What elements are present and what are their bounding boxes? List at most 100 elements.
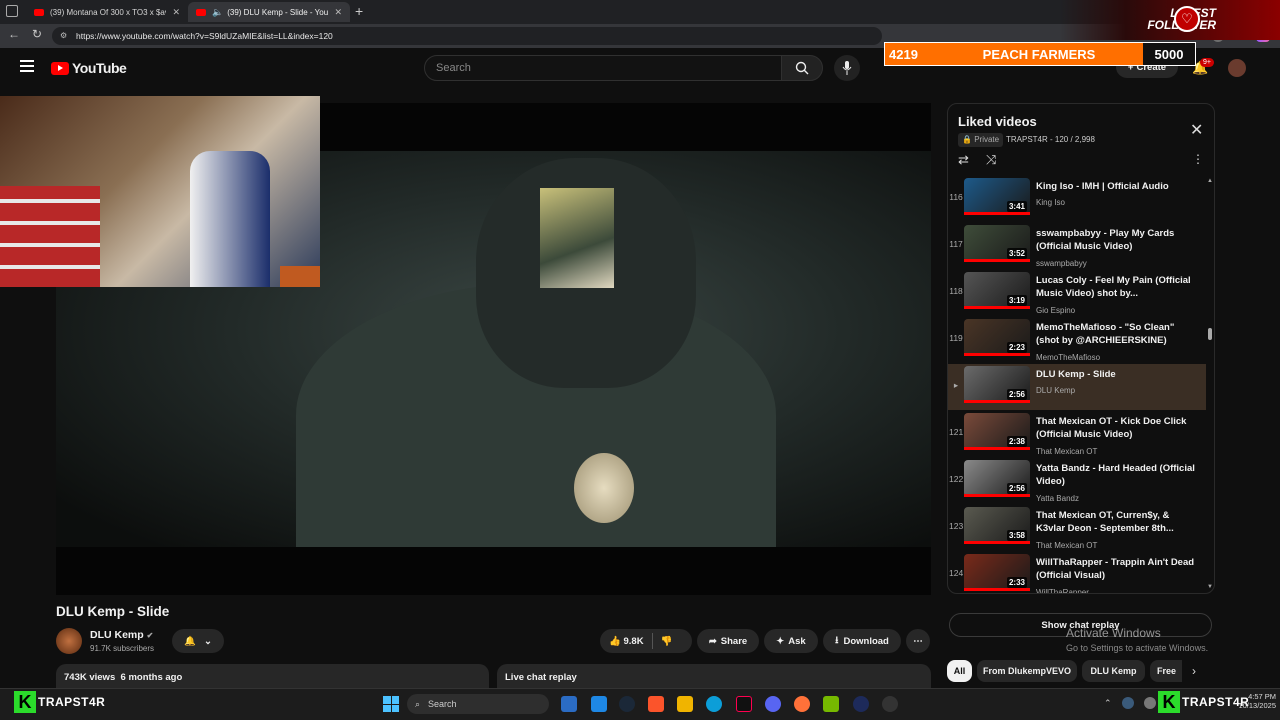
avatar[interactable] — [1228, 59, 1246, 77]
dislike-button[interactable]: 👎 — [661, 636, 673, 647]
tab-dlu-kemp[interactable]: 🔈 (39) DLU Kemp - Slide - YouT ✕ — [188, 2, 350, 22]
windows-start-icon[interactable] — [383, 696, 399, 712]
thumbs-up-icon: 👍 — [609, 635, 621, 647]
playlist-item-channel: King Iso — [1036, 198, 1065, 207]
playlist-item[interactable]: ▸ 2:56 DLU Kemp - Slide DLU Kemp — [948, 364, 1206, 410]
goal-name: PEACH FARMERS — [982, 46, 1096, 62]
nvidia-icon[interactable] — [823, 696, 839, 712]
playlist-item-index: 116 — [949, 192, 963, 202]
tray-steam-icon[interactable] — [1122, 697, 1134, 709]
app-icon[interactable] — [853, 696, 869, 712]
verified-icon: ✔ — [146, 631, 154, 640]
watched-progress — [964, 541, 1030, 544]
loop-icon[interactable]: ⇄ — [958, 152, 969, 168]
new-tab-icon[interactable]: + — [355, 3, 363, 19]
playlist-item-index: 118 — [949, 286, 963, 296]
close-tab-icon[interactable]: ✕ — [172, 7, 180, 18]
channel-avatar[interactable] — [56, 628, 82, 654]
description-box[interactable]: 743K views 6 months ago — [56, 664, 489, 690]
shuffle-icon[interactable]: ⤨ — [986, 152, 996, 168]
playlist-item[interactable]: 123 3:58 That Mexican OT, Curren$y, & K3vl… — [948, 505, 1206, 551]
playlist-item-thumbnail[interactable]: 3:19 — [964, 272, 1030, 309]
close-playlist-icon[interactable]: ✕ — [1190, 120, 1203, 140]
obs-icon[interactable] — [882, 696, 898, 712]
windows-taskbar — [0, 688, 1280, 720]
tray-chevron-up-icon[interactable]: ⌃ — [1104, 698, 1112, 709]
reload-icon[interactable]: ↻ — [32, 27, 42, 41]
playlist-item-index: 121 — [949, 427, 964, 437]
playlist-item[interactable]: 119 2:23 MemoTheMafioso - "So Clean" (shot… — [948, 317, 1206, 363]
playlist-items: 116 3:41 King Iso - IMH | Official Audio Ki… — [948, 176, 1214, 593]
playlist-item[interactable]: 117 3:52 sswampbabyy - Play My Cards (Offi… — [948, 223, 1206, 269]
file-explorer-icon[interactable] — [561, 696, 577, 712]
tab-montana[interactable]: (39) Montana Of 300 x TO3 x $av ✕ — [26, 2, 188, 22]
site-info-icon[interactable]: ⚙ — [60, 31, 67, 40]
back-arrow-icon[interactable]: ← — [8, 27, 20, 41]
playlist-item-thumbnail[interactable]: 2:56 — [964, 460, 1030, 497]
duration-badge: 3:58 — [1006, 530, 1027, 541]
share-button[interactable]: ➦ Share — [697, 629, 759, 653]
playlist-item-title: King Iso - IMH | Official Audio — [1036, 181, 1169, 192]
chip-dlu-kemp[interactable]: DLU Kemp — [1082, 660, 1145, 682]
playlist-scrollbar[interactable]: ▲ ▼ — [1207, 178, 1213, 593]
firefox-icon[interactable] — [794, 696, 810, 712]
youtube-favicon-icon — [34, 8, 44, 16]
gaming-chair — [190, 151, 270, 287]
playlist-item-title: Lucas Coly - Feel My Pain (Official Musi… — [1036, 275, 1191, 299]
youtube-logo[interactable]: YouTube — [51, 60, 127, 76]
playlist-item-thumbnail[interactable]: 3:58 — [964, 507, 1030, 544]
steam-icon[interactable] — [619, 696, 635, 712]
playlist-item-thumbnail[interactable]: 2:56 — [964, 366, 1030, 403]
playlist-item[interactable]: 116 3:41 King Iso - IMH | Official Audio Ki… — [948, 176, 1206, 222]
playlist-item-index: 117 — [949, 239, 963, 249]
playlist-item[interactable]: 121 2:38 That Mexican OT - Kick Doe Click … — [948, 411, 1206, 457]
chip-free[interactable]: Free — [1150, 660, 1182, 682]
playlist-item-channel: MemoTheMafioso — [1036, 353, 1101, 362]
download-button[interactable]: ⭳ Download — [823, 629, 901, 653]
search-icon — [795, 61, 809, 75]
taskbar-clock[interactable]: 4:57 PM 10/13/2025 — [1236, 692, 1276, 710]
playlist-item[interactable]: 124 2:33 WillThaRapper - Trappin Ain't Dea… — [948, 552, 1206, 593]
edge-icon[interactable] — [706, 696, 722, 712]
playlist-item[interactable]: 122 2:56 Yatta Bandz - Hard Headed (Offici… — [948, 458, 1206, 504]
playlist-item-thumbnail[interactable]: 2:23 — [964, 319, 1030, 356]
more-actions-icon[interactable]: ⋯ — [906, 629, 930, 653]
chip-from-dlukempvevo[interactable]: From DlukempVEVO — [977, 660, 1077, 682]
playlist-item[interactable]: 118 3:19 Lucas Coly - Feel My Pain (Offici… — [948, 270, 1206, 316]
brave-icon[interactable] — [648, 696, 664, 712]
taskbar-search[interactable]: ⌕ Search — [407, 694, 549, 714]
duration-badge: 2:56 — [1006, 483, 1027, 494]
playlist-item-thumbnail[interactable]: 3:52 — [964, 225, 1030, 262]
notepad-icon[interactable] — [591, 696, 607, 712]
voice-search-button[interactable] — [834, 55, 860, 81]
address-bar[interactable]: ⚙ https://www.youtube.com/watch?v=S9ldUZ… — [52, 27, 882, 45]
search-input[interactable]: Search — [424, 55, 782, 81]
tab-actions-icon[interactable] — [6, 5, 18, 17]
subscribed-bell-button[interactable]: 🔔 ⌄ — [172, 629, 224, 653]
ask-button[interactable]: ✦ Ask — [764, 629, 818, 653]
channel-name-row[interactable]: DLU Kemp ✔ — [90, 629, 153, 641]
search-button[interactable] — [781, 55, 823, 81]
discord-icon[interactable] — [765, 696, 781, 712]
tiktok-icon[interactable] — [736, 696, 752, 712]
playlist-item-thumbnail[interactable]: 2:38 — [964, 413, 1030, 450]
webcam-overlay — [0, 96, 320, 287]
shoe-boxes — [0, 186, 100, 287]
folder-icon[interactable] — [677, 696, 693, 712]
like-button[interactable]: 👍 9.8K — [609, 636, 644, 647]
playlist-title: Liked videos — [958, 114, 1037, 129]
hamburger-menu-icon[interactable] — [20, 60, 34, 72]
playlist-more-icon[interactable]: ⋮ — [1192, 152, 1204, 166]
chevron-right-icon[interactable]: › — [1192, 664, 1196, 678]
youtube-favicon-icon — [196, 8, 206, 16]
watched-progress — [964, 353, 1030, 356]
playlist-item-index: 123 — [949, 521, 964, 531]
playlist-item-title: MemoTheMafioso - "So Clean" (shot by @AR… — [1036, 322, 1175, 346]
close-tab-icon[interactable]: ✕ — [334, 7, 342, 18]
playlist-item-thumbnail[interactable]: 3:41 — [964, 178, 1030, 215]
audio-playing-icon[interactable]: 🔈 — [212, 7, 223, 18]
tray-cloud-icon[interactable] — [1144, 697, 1156, 709]
chip-all[interactable]: All — [947, 660, 972, 682]
playlist-item-thumbnail[interactable]: 2:33 — [964, 554, 1030, 591]
watched-progress — [964, 588, 1030, 591]
